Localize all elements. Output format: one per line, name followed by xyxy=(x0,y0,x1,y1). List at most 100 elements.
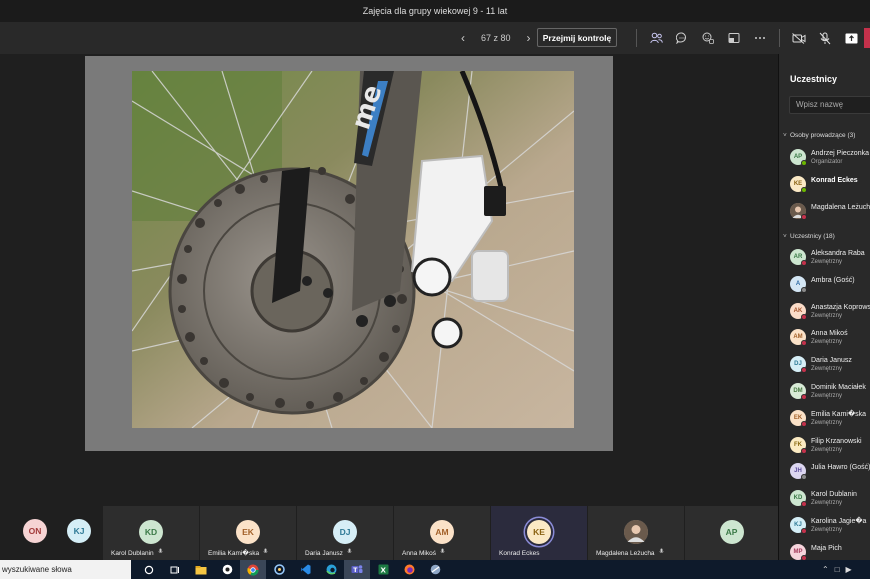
participants-icon[interactable] xyxy=(643,22,669,54)
avatar-initials: AR xyxy=(793,254,803,260)
avatar-initials: AP xyxy=(793,154,803,160)
participant-row[interactable]: KD Karol Dublanin Zewnętrzny xyxy=(790,490,870,512)
tile-name-text: Magdalena Leżucha xyxy=(596,550,655,557)
presence-dot xyxy=(801,314,807,320)
edge-icon[interactable] xyxy=(318,560,344,579)
video-tile[interactable]: KE Konrad Eckes xyxy=(491,506,587,560)
network-icon[interactable]: □ xyxy=(835,565,840,574)
file-explorer-icon[interactable] xyxy=(188,560,214,579)
presence-dot xyxy=(801,501,807,507)
participant-name: Anastazja Koprowska xyxy=(811,304,870,311)
participant-search-input[interactable]: Wpisz nazwę xyxy=(789,96,870,114)
participant-text: Konrad Eckes xyxy=(811,176,858,185)
participant-text: Aleksandra Raba Zewnętrzny xyxy=(811,249,865,266)
participant-text: Ambra (Gość) xyxy=(811,276,855,285)
participant-row[interactable]: EK Emilia Kami�ska Zewnętrzny xyxy=(790,410,870,432)
rooms-icon[interactable] xyxy=(721,22,747,54)
participant-avatar[interactable]: KJ xyxy=(67,519,91,543)
avatar-initials: MP xyxy=(793,549,803,555)
mic-muted-icon xyxy=(158,548,163,557)
bike-brake-photo: me xyxy=(132,71,574,428)
avatar: KJ xyxy=(790,517,807,534)
attendees-header-label: Uczestnicy (18) xyxy=(790,233,835,240)
participants-panel: Uczestnicy Wpisz nazwę ˅ Osoby prowadzące… xyxy=(778,54,870,561)
avatar-initials: KJ xyxy=(73,526,85,536)
panel-title: Uczestnicy xyxy=(790,74,838,84)
mic-muted-icon xyxy=(440,548,445,557)
share-screen-icon[interactable] xyxy=(838,22,864,54)
next-slide-icon[interactable]: › xyxy=(521,31,537,45)
participant-row[interactable]: KE Konrad Eckes xyxy=(790,176,870,198)
participant-row[interactable]: AP Andrzej Pieczonka Organizator xyxy=(790,149,870,171)
previous-slide-icon[interactable]: ‹ xyxy=(455,31,471,45)
video-tile[interactable]: AP xyxy=(685,506,778,560)
participant-avatar[interactable]: ON xyxy=(23,519,47,543)
chevron-up-icon[interactable]: ⌃ xyxy=(822,565,829,574)
participant-row[interactable]: FK Filip Krzanowski Zewnętrzny xyxy=(790,437,870,459)
chrome-icon[interactable] xyxy=(240,560,266,579)
slide-counter: 67 z 80 xyxy=(481,33,511,43)
presence-dot xyxy=(801,394,807,400)
participant-name: Karol Dublanin xyxy=(811,491,857,498)
tile-name: Daria Janusz xyxy=(305,548,352,557)
avatar-initials: ON xyxy=(28,526,42,536)
attendees-section-header[interactable]: ˅ Uczestnicy (18) xyxy=(783,233,835,240)
volume-icon[interactable]: ▶ xyxy=(846,565,852,574)
participant-row[interactable]: JH Julia Hawro (Gość) xyxy=(790,463,870,485)
avatar: AP xyxy=(719,520,744,544)
participant-name: Konrad Eckes xyxy=(811,177,858,184)
participant-row[interactable]: AM Anna Mikoś Zewnętrzny xyxy=(790,329,870,351)
app-icon[interactable] xyxy=(214,560,240,579)
cortana-icon[interactable] xyxy=(136,560,162,579)
taskbar-apps: T X xyxy=(136,560,448,579)
tile-name: Karol Dublanin xyxy=(111,548,163,557)
teams-icon[interactable]: T xyxy=(344,560,370,579)
participant-row[interactable]: AK Anastazja Koprowska Zewnętrzny xyxy=(790,303,870,325)
leave-button[interactable] xyxy=(864,28,870,48)
presenters-header-label: Osoby prowadzące (3) xyxy=(790,132,856,139)
avatar: EK xyxy=(790,410,807,427)
video-tile[interactable]: KD Karol Dublanin xyxy=(103,506,199,560)
participant-text: Daria Janusz Zewnętrzny xyxy=(811,356,852,373)
presence-dot xyxy=(801,528,807,534)
mic-muted-icon[interactable] xyxy=(812,22,838,54)
tile-name-text: Karol Dublanin xyxy=(111,550,154,557)
take-control-button[interactable]: Przejmij kontrolę xyxy=(537,28,617,47)
taskbar-search-input[interactable]: wyszukiwane słowa xyxy=(0,560,131,579)
firefox-icon[interactable] xyxy=(396,560,422,579)
participant-row[interactable]: KJ Karolina Jagie�a Zewnętrzny xyxy=(790,517,870,539)
participant-name: Dominik Maciałek xyxy=(811,384,866,391)
participant-text: Karol Dublanin Zewnętrzny xyxy=(811,490,857,507)
participant-text: Anna Mikoś Zewnętrzny xyxy=(811,329,848,346)
participant-row[interactable]: DJ Daria Janusz Zewnętrzny xyxy=(790,356,870,378)
chat-icon[interactable] xyxy=(669,22,695,54)
toolbar-divider xyxy=(779,29,780,47)
avatar: JH xyxy=(790,463,807,480)
presenters-section-header[interactable]: ˅ Osoby prowadzące (3) xyxy=(783,132,855,139)
participant-name: Aleksandra Raba xyxy=(811,250,865,257)
app-icon[interactable] xyxy=(266,560,292,579)
task-view-icon[interactable] xyxy=(162,560,188,579)
video-tile[interactable]: Magdalena Leżucha xyxy=(588,506,684,560)
video-tile[interactable]: EK Emilia Kami�ska xyxy=(200,506,296,560)
presence-dot xyxy=(801,287,807,293)
video-tile[interactable]: DJ Daria Janusz xyxy=(297,506,393,560)
camera-off-icon[interactable] xyxy=(786,22,812,54)
vscode-icon[interactable] xyxy=(292,560,318,579)
participant-row[interactable]: Magdalena Leżucha xyxy=(790,203,870,225)
app-icon[interactable] xyxy=(422,560,448,579)
more-options-icon[interactable] xyxy=(747,22,773,54)
participant-text: Magdalena Leżucha xyxy=(811,203,870,212)
participant-row[interactable]: AR Aleksandra Raba Zewnętrzny xyxy=(790,249,870,271)
avatar: DM xyxy=(790,383,807,400)
avatar-initials: DJ xyxy=(339,527,351,537)
video-tile[interactable]: AM Anna Mikoś xyxy=(394,506,490,560)
participant-row[interactable]: DM Dominik Maciałek Zewnętrzny xyxy=(790,383,870,405)
participant-row[interactable]: A Ambra (Gość) xyxy=(790,276,870,298)
excel-icon[interactable]: X xyxy=(370,560,396,579)
reactions-icon[interactable] xyxy=(695,22,721,54)
participant-text: Maja Pich xyxy=(811,544,842,553)
participant-role: Zewnętrzny xyxy=(811,393,843,399)
avatar-initials: JH xyxy=(794,468,802,474)
meeting-toolbar: ‹ 67 z 80 › Przejmij kontrolę xyxy=(0,22,870,54)
